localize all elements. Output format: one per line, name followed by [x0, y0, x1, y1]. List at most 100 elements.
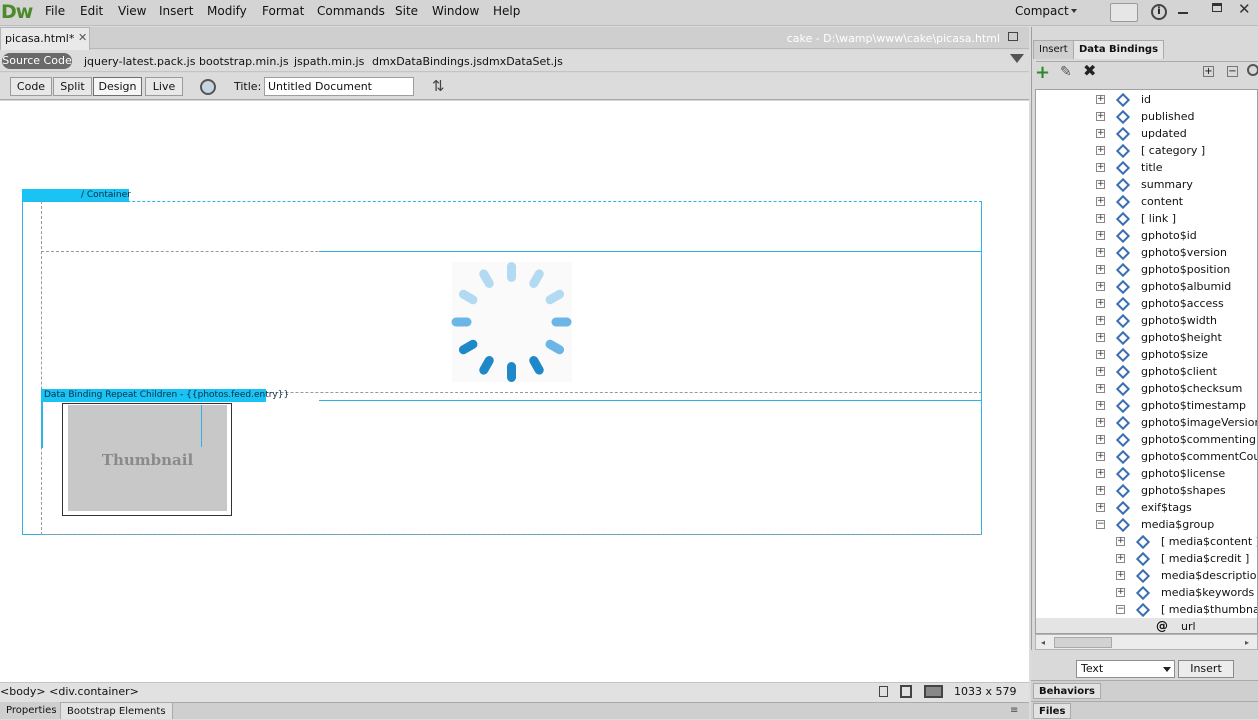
tree-row[interactable]: − [ media$thumbnail ]	[1036, 601, 1257, 618]
tree-row[interactable]: + gphoto$access	[1036, 295, 1257, 312]
tree-row[interactable]: + gphoto$client	[1036, 363, 1257, 380]
tree-row[interactable]: + media$description	[1036, 567, 1257, 584]
expand-node-icon[interactable]: +	[1096, 180, 1105, 189]
scroll-left-icon[interactable]: ◂	[1041, 638, 1045, 647]
panel-menu-icon[interactable]: ≡	[1010, 705, 1018, 716]
expand-node-icon[interactable]: +	[1116, 554, 1125, 563]
delete-binding-icon[interactable]: ✖	[1083, 61, 1096, 80]
format-select[interactable]: Text	[1076, 660, 1175, 678]
menu-edit[interactable]: Edit	[80, 4, 103, 18]
expand-node-icon[interactable]: +	[1096, 282, 1105, 291]
tab-files[interactable]: Files	[1033, 703, 1072, 719]
split-view-button[interactable]: Split	[53, 77, 92, 96]
expand-node-icon[interactable]: +	[1096, 299, 1105, 308]
live-view-button[interactable]: Live	[145, 77, 183, 96]
design-view-button[interactable]: Design	[93, 77, 142, 96]
horizontal-scrollbar[interactable]: ◂ ▸	[1035, 634, 1258, 650]
workspace-switcher[interactable]: Compact	[1015, 4, 1069, 18]
tab-properties[interactable]: Properties	[0, 702, 63, 719]
chevron-down-icon[interactable]	[1163, 667, 1171, 672]
chevron-down-icon[interactable]	[1071, 9, 1077, 13]
tree-row[interactable]: + title	[1036, 159, 1257, 176]
expand-node-icon[interactable]: +	[1096, 163, 1105, 172]
tree-row[interactable]: + gphoto$id	[1036, 227, 1257, 244]
tree-row[interactable]: + [ category ]	[1036, 142, 1257, 159]
window-size[interactable]: 1033 x 579	[954, 685, 1017, 698]
refresh-icon[interactable]	[1247, 64, 1258, 76]
file-transfer-icon[interactable]: ⇅	[432, 77, 445, 95]
tree-row[interactable]: + content	[1036, 193, 1257, 210]
tree-row[interactable]: + gphoto$width	[1036, 312, 1257, 329]
expand-node-icon[interactable]: +	[1096, 333, 1105, 342]
related-file[interactable]: dmxDataBindings.js	[372, 55, 482, 68]
expand-node-icon[interactable]: +	[1096, 265, 1105, 274]
menu-view[interactable]: View	[118, 4, 146, 18]
expand-node-icon[interactable]: +	[1096, 316, 1105, 325]
expand-node-icon[interactable]: +	[1096, 248, 1105, 257]
expand-all-icon[interactable]: +	[1203, 66, 1214, 77]
expand-node-icon[interactable]: +	[1096, 146, 1105, 155]
expand-node-icon[interactable]: +	[1116, 537, 1125, 546]
tree-row[interactable]: + gphoto$commentingEnab	[1036, 431, 1257, 448]
expand-node-icon[interactable]: +	[1096, 350, 1105, 359]
tag-selector[interactable]: <body> <div.container>	[0, 685, 139, 698]
menu-format[interactable]: Format	[262, 4, 304, 18]
sync-settings-icon[interactable]	[1110, 3, 1138, 22]
mobile-size-icon[interactable]	[879, 686, 888, 697]
tree-row[interactable]: + gphoto$version	[1036, 244, 1257, 261]
add-binding-icon[interactable]: +	[1035, 62, 1050, 83]
tree-row[interactable]: @ url	[1036, 618, 1257, 633]
collapse-all-icon[interactable]: −	[1227, 66, 1238, 77]
maximize-icon[interactable]	[1212, 3, 1222, 12]
scroll-right-icon[interactable]: ▸	[1245, 638, 1249, 647]
tree-row[interactable]: + gphoto$height	[1036, 329, 1257, 346]
menu-commands[interactable]: Commands	[317, 4, 385, 18]
menu-modify[interactable]: Modify	[207, 4, 247, 18]
menu-help[interactable]: Help	[493, 4, 520, 18]
tree-row[interactable]: + [ media$content ]	[1036, 533, 1257, 550]
expand-node-icon[interactable]: +	[1096, 435, 1105, 444]
expand-node-icon[interactable]: +	[1096, 231, 1105, 240]
expand-node-icon[interactable]: +	[1096, 486, 1105, 495]
menu-file[interactable]: File	[45, 4, 65, 18]
bindings-tree[interactable]: + id + published + updated + [ category ] + title…	[1035, 89, 1258, 634]
related-file[interactable]: jspath.min.js	[294, 55, 364, 68]
tree-row[interactable]: + gphoto$checksum	[1036, 380, 1257, 397]
expand-node-icon[interactable]: +	[1096, 112, 1105, 121]
menu-site[interactable]: Site	[395, 4, 418, 18]
minimize-icon[interactable]	[1178, 12, 1188, 14]
source-code-button[interactable]: Source Code	[2, 53, 72, 69]
menu-window[interactable]: Window	[432, 4, 479, 18]
tree-row[interactable]: + exif$tags	[1036, 499, 1257, 516]
expand-node-icon[interactable]: +	[1096, 401, 1105, 410]
collapse-node-icon[interactable]: −	[1116, 605, 1125, 614]
tree-row[interactable]: + gphoto$albumid	[1036, 278, 1257, 295]
expand-node-icon[interactable]: +	[1096, 469, 1105, 478]
tree-row[interactable]: + gphoto$position	[1036, 261, 1257, 278]
tree-row[interactable]: + gphoto$license	[1036, 465, 1257, 482]
expand-node-icon[interactable]: +	[1096, 129, 1105, 138]
edit-binding-icon[interactable]: ✎	[1060, 64, 1072, 80]
info-icon[interactable]: i	[1151, 4, 1167, 20]
tab-behaviors[interactable]: Behaviors	[1033, 683, 1101, 699]
globe-icon[interactable]	[200, 79, 216, 95]
tab-bootstrap-elements[interactable]: Bootstrap Elements	[60, 702, 173, 719]
tree-row[interactable]: − media$group	[1036, 516, 1257, 533]
tree-row[interactable]: + id	[1036, 91, 1257, 108]
tree-row[interactable]: + [ media$credit ]	[1036, 550, 1257, 567]
expand-node-icon[interactable]: +	[1116, 571, 1125, 580]
expand-node-icon[interactable]: +	[1096, 503, 1105, 512]
related-file[interactable]: dmxDataSet.js	[482, 55, 563, 68]
expand-node-icon[interactable]: +	[1116, 588, 1125, 597]
menu-insert[interactable]: Insert	[159, 4, 193, 18]
expand-node-icon[interactable]: +	[1096, 214, 1105, 223]
expand-node-icon[interactable]: +	[1096, 452, 1105, 461]
related-file[interactable]: jquery-latest.pack.js	[84, 55, 195, 68]
related-file[interactable]: bootstrap.min.js	[199, 55, 289, 68]
tree-row[interactable]: + gphoto$timestamp	[1036, 397, 1257, 414]
collapse-node-icon[interactable]: −	[1096, 520, 1105, 529]
expand-node-icon[interactable]: +	[1096, 384, 1105, 393]
tree-row[interactable]: + gphoto$commentCount	[1036, 448, 1257, 465]
tab-insert[interactable]: Insert	[1033, 40, 1074, 59]
expand-node-icon[interactable]: +	[1096, 197, 1105, 206]
